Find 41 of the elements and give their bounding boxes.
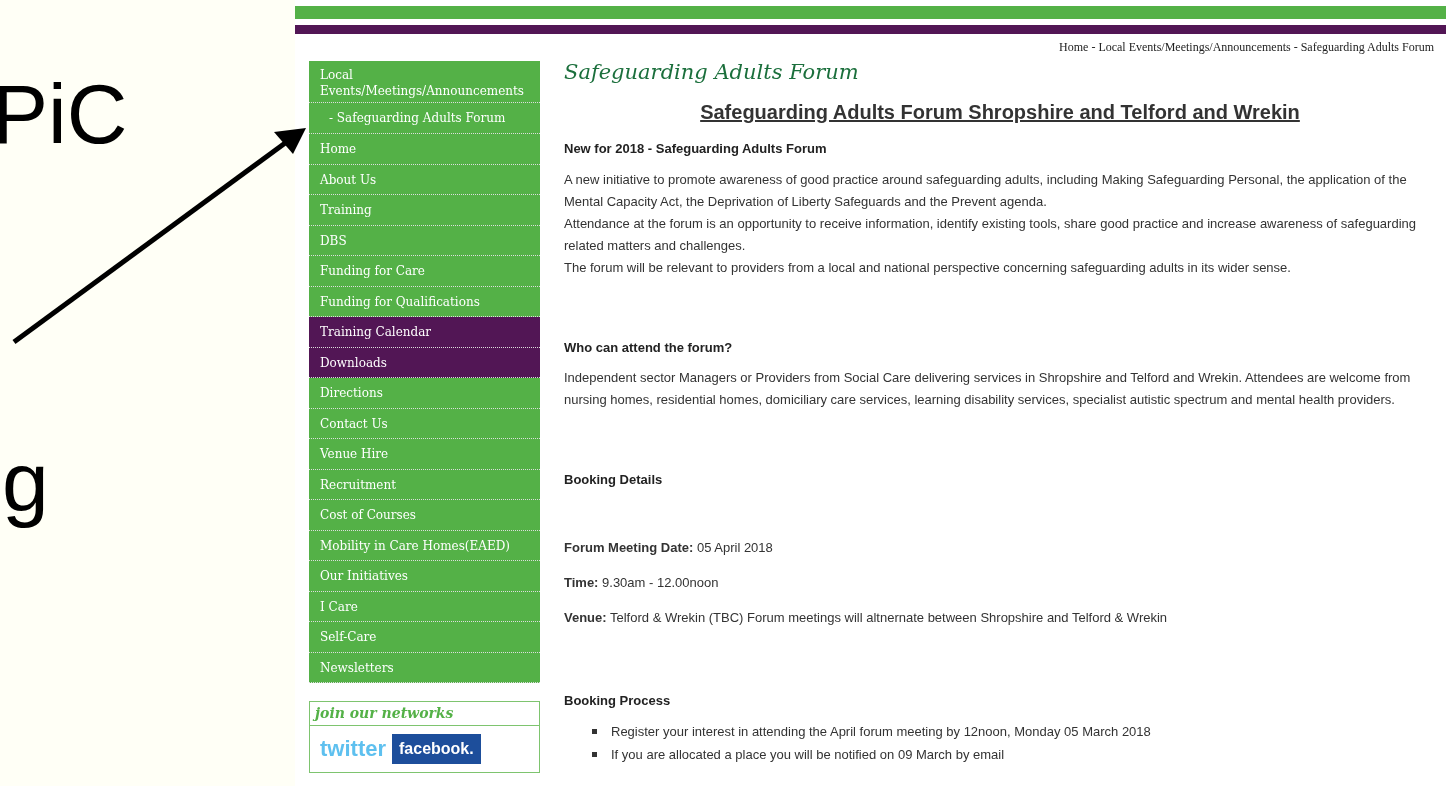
nav-link[interactable]: Training bbox=[309, 195, 540, 226]
page-title: Safeguarding Adults Forum bbox=[564, 61, 860, 83]
nav-link[interactable]: - Safeguarding Adults Forum bbox=[309, 103, 540, 134]
paragraph: Independent sector Managers or Providers from Social Care delivering services in Shropshire and Telford and Wrekin. Attendees are welcome from nursing homes, residential homes, domiciliary care services, learning disability services, specialist autistic spectrum and mental health providers. bbox=[564, 369, 1412, 409]
networks-title: join our networks bbox=[310, 702, 539, 726]
nav-link[interactable]: Funding for Care bbox=[309, 256, 540, 287]
nav-link[interactable]: Self-Care bbox=[309, 622, 540, 653]
paragraph: The forum will be relevant to providers from a local and national perspective concerning safeguarding adults in its wider sense. bbox=[564, 258, 1292, 277]
paragraph: Forum Meeting Date: 05 April 2018 bbox=[564, 538, 774, 557]
nav-link[interactable]: Directions bbox=[309, 378, 540, 409]
paragraph: A new initiative to promote awareness of good practice around safeguarding adults, including Making Safeguarding Personal, the application of the Mental Capacity Act, the Deprivation of Liberty Safeguards and the Prevent agenda. bbox=[564, 170, 1408, 211]
nav-link[interactable]: Cost of Courses bbox=[309, 500, 540, 531]
nav-link[interactable]: About Us bbox=[309, 164, 540, 195]
section-heading: Who can attend the forum? bbox=[564, 338, 734, 357]
bullet-icon bbox=[592, 752, 597, 757]
nav-link[interactable]: Downloads bbox=[309, 347, 540, 378]
twitter-link[interactable]: twitter bbox=[320, 738, 386, 760]
facebook-link[interactable]: facebook. bbox=[392, 734, 481, 764]
nav-link[interactable]: Venue Hire bbox=[309, 439, 540, 470]
list-item: If you are allocated a place you will be notified on 09 March by email bbox=[611, 746, 1005, 764]
nav-link[interactable]: Funding for Qualifications bbox=[309, 286, 540, 317]
nav-link[interactable]: Contact Us bbox=[309, 408, 540, 439]
nav-link[interactable]: Recruitment bbox=[309, 469, 540, 500]
nav-link[interactable]: DBS bbox=[309, 225, 540, 256]
list-item: Register your interest in attending the April forum meeting by 12noon, Monday 05 March 2018 bbox=[611, 723, 1151, 741]
section-heading: Booking Details bbox=[564, 471, 664, 489]
bullet-icon bbox=[592, 729, 597, 734]
section-heading: Booking Process bbox=[564, 691, 672, 710]
nav-link[interactable]: Home bbox=[309, 134, 540, 165]
paragraph: Venue: Telford & Wrekin (TBC) Forum meetings will altnernate between Shropshire and Telford & Wrekin bbox=[564, 608, 1169, 627]
paragraph: Attendance at the forum is an opportunity to receive information, identify existing tools, share good practice and increase awareness of safeguarding related matters and challenges. bbox=[564, 214, 1417, 255]
nav-link[interactable]: Training Calendar bbox=[309, 317, 540, 348]
nav-link[interactable]: Our Initiatives bbox=[309, 561, 540, 592]
paragraph: Time: 9.30am - 12.00noon bbox=[564, 573, 720, 592]
nav-link[interactable]: Newsletters bbox=[309, 652, 540, 683]
nav-link[interactable]: I Care bbox=[309, 591, 540, 622]
page-heading: Safeguarding Adults Forum Shropshire and Telford and Wrekin bbox=[699, 100, 1301, 125]
nav-link[interactable]: Mobility in Care Homes(EAED) bbox=[309, 530, 540, 561]
section-heading: New for 2018 - Safeguarding Adults Forum bbox=[564, 140, 828, 158]
nav-link[interactable]: Local Events/Meetings/Announcements bbox=[309, 61, 540, 103]
breadcrumb: Home - Local Events/Meetings/Announcements - Safeguarding Adults Forum bbox=[1059, 39, 1434, 56]
